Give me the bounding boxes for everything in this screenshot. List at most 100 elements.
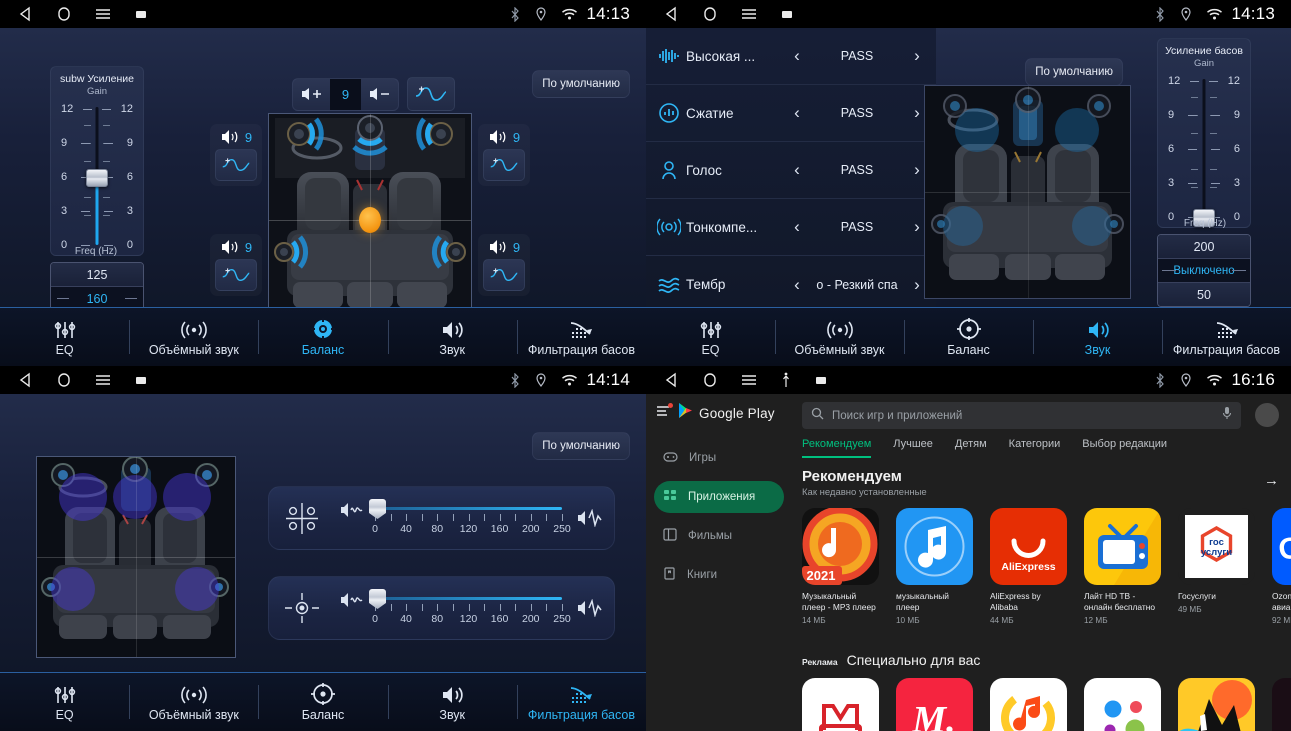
- tab-best[interactable]: Лучшее: [893, 438, 933, 458]
- bass-filter-slider-2[interactable]: 0 40 80 120 160 200 250: [335, 580, 571, 636]
- back-icon[interactable]: [664, 6, 680, 22]
- nav-balance[interactable]: Баланс: [258, 308, 387, 366]
- speaker-waveform-button[interactable]: [483, 259, 525, 291]
- prev-chevron-icon[interactable]: ‹: [784, 275, 810, 295]
- home-icon[interactable]: [702, 372, 718, 388]
- tab-editors-choice[interactable]: Выбор редакции: [1082, 438, 1167, 458]
- sidebar-item-movies[interactable]: Фильмы: [654, 520, 784, 552]
- nav-surround[interactable]: Объёмный звук: [129, 308, 258, 366]
- setting-row-high[interactable]: Высокая ... ‹ PASS ›: [646, 28, 936, 85]
- nav-sound[interactable]: Звук: [1033, 308, 1162, 366]
- home-icon[interactable]: [56, 372, 72, 388]
- nav-surround[interactable]: Объёмный звук: [775, 308, 904, 366]
- sidebar-item-books[interactable]: Книги: [654, 559, 784, 591]
- freq-option-high[interactable]: 200: [1158, 235, 1250, 259]
- hamburger-icon[interactable]: [656, 402, 673, 423]
- next-chevron-icon[interactable]: ›: [904, 46, 930, 66]
- app-card[interactable]: [1178, 678, 1255, 731]
- freq-option-low[interactable]: 50: [1158, 283, 1250, 306]
- speaker-waveform-button[interactable]: [483, 149, 525, 181]
- screenshot-icon[interactable]: [814, 373, 828, 387]
- freq-option-high[interactable]: 125: [51, 263, 143, 287]
- nav-bass-filter[interactable]: Фильтрация басов: [1162, 308, 1291, 366]
- nav-bass-filter[interactable]: Фильтрация басов: [516, 308, 646, 366]
- nav-label: EQ: [55, 342, 74, 357]
- menu-icon[interactable]: [94, 6, 112, 22]
- nav-sound[interactable]: Звук: [387, 308, 517, 366]
- speaker-waveform-button[interactable]: [215, 259, 257, 291]
- tab-kids[interactable]: Детям: [955, 438, 987, 458]
- speaker-waveform-button[interactable]: [215, 149, 257, 181]
- search-input[interactable]: Поиск игр и приложений: [802, 402, 1241, 429]
- default-button[interactable]: По умолчанию: [532, 70, 630, 98]
- waveform-button[interactable]: [407, 77, 455, 111]
- bass-freq-section: Freq (Hz): [1159, 218, 1251, 231]
- freq-option-selected[interactable]: Выключено: [1158, 259, 1250, 283]
- app-card[interactable]: [802, 678, 879, 731]
- menu-icon[interactable]: [740, 6, 758, 22]
- nav-sound[interactable]: Звук: [387, 673, 517, 731]
- app-size: 92 МБ: [1272, 615, 1291, 625]
- prev-chevron-icon[interactable]: ‹: [784, 46, 810, 66]
- crosshair-horizontal: [925, 192, 1130, 193]
- back-icon[interactable]: [18, 6, 34, 22]
- microphone-icon[interactable]: [1222, 406, 1232, 425]
- app-card[interactable]: [1272, 678, 1291, 731]
- app-card[interactable]: Лайт HD ТВ - онлайн бесплатно 12 МБ: [1084, 508, 1161, 625]
- app-card[interactable]: [1084, 678, 1161, 731]
- volume-up-button[interactable]: [293, 79, 330, 110]
- tab-categories[interactable]: Категории: [1009, 438, 1061, 458]
- nav-balance[interactable]: Баланс: [904, 308, 1033, 366]
- setting-row-loudness[interactable]: Тонкомпе... ‹ PASS ›: [646, 199, 936, 256]
- screenshot-icon[interactable]: [780, 7, 794, 21]
- sidebar-item-apps[interactable]: Приложения: [654, 481, 784, 513]
- app-icon-gosuslugi: гос услуги: [1178, 508, 1255, 585]
- app-card[interactable]: 2021 Музыкальный плеер - MP3 плеер , Пле…: [802, 508, 879, 625]
- prev-chevron-icon[interactable]: ‹: [784, 160, 810, 180]
- bass-gain-slider[interactable]: 12 12 99 66 33 00: [1158, 73, 1250, 227]
- nav-bass-filter[interactable]: Фильтрация басов: [516, 673, 646, 731]
- menu-icon[interactable]: [740, 372, 758, 388]
- app-card[interactable]: гос услуги Госуслуги 49 МБ: [1178, 508, 1255, 625]
- app-card[interactable]: музыкальный плеер 10 МБ: [896, 508, 973, 625]
- screenshot-icon[interactable]: [134, 7, 148, 21]
- app-card[interactable]: AliExpress AliExpress by Alibaba 44 МБ: [990, 508, 1067, 625]
- home-icon[interactable]: [702, 6, 718, 22]
- app-card[interactable]: М.: [896, 678, 973, 731]
- app-card[interactable]: [990, 678, 1067, 731]
- car-balance-diagram[interactable]: [268, 113, 472, 327]
- menu-icon[interactable]: [94, 372, 112, 388]
- nav-eq[interactable]: EQ: [646, 308, 775, 366]
- nav-balance[interactable]: Баланс: [258, 673, 387, 731]
- setting-row-timbre[interactable]: Тембр ‹ о - Резкий спа ›: [646, 256, 936, 313]
- back-icon[interactable]: [18, 372, 34, 388]
- avatar[interactable]: [1255, 403, 1279, 427]
- home-icon[interactable]: [56, 6, 72, 22]
- bass-freq-box[interactable]: 200 Выключено 50: [1157, 234, 1251, 307]
- master-volume-group: 9: [292, 77, 455, 111]
- slider-knob[interactable]: [86, 169, 108, 187]
- setting-label: Высокая ...: [686, 48, 756, 64]
- section-arrow-icon[interactable]: →: [1264, 472, 1279, 489]
- volume-stepper[interactable]: 9: [292, 77, 399, 111]
- balance-position-dot[interactable]: [359, 207, 381, 233]
- volume-down-button[interactable]: [361, 79, 398, 110]
- setting-row-voice[interactable]: Голос ‹ PASS ›: [646, 142, 936, 199]
- default-button[interactable]: По умолчанию: [532, 432, 630, 460]
- sidebar-item-games[interactable]: Игры: [654, 442, 784, 474]
- back-icon[interactable]: [664, 372, 680, 388]
- prev-chevron-icon[interactable]: ‹: [784, 103, 810, 123]
- nav-eq[interactable]: EQ: [0, 308, 129, 366]
- subwoofer-slider[interactable]: 12 12 99 66 33 00: [51, 101, 143, 251]
- sound-icon: [1086, 318, 1110, 340]
- tab-recommended[interactable]: Рекомендуем: [802, 438, 872, 458]
- prev-chevron-icon[interactable]: ‹: [784, 217, 810, 237]
- screenshot-icon[interactable]: [134, 373, 148, 387]
- app-card[interactable]: OZN247 Ozon: товары, авиа, ж/д билеты 92…: [1272, 508, 1291, 625]
- google-play-body: Google Play Игры Приложения Фильмы Книги…: [646, 394, 1291, 731]
- bass-filter-slider-1[interactable]: 0 40 80 120 160 200 250: [335, 490, 571, 546]
- default-button[interactable]: По умолчанию: [1025, 58, 1123, 86]
- setting-row-compression[interactable]: Сжатие ‹ PASS ›: [646, 85, 936, 142]
- nav-surround[interactable]: Объёмный звук: [129, 673, 258, 731]
- nav-eq[interactable]: EQ: [0, 673, 129, 731]
